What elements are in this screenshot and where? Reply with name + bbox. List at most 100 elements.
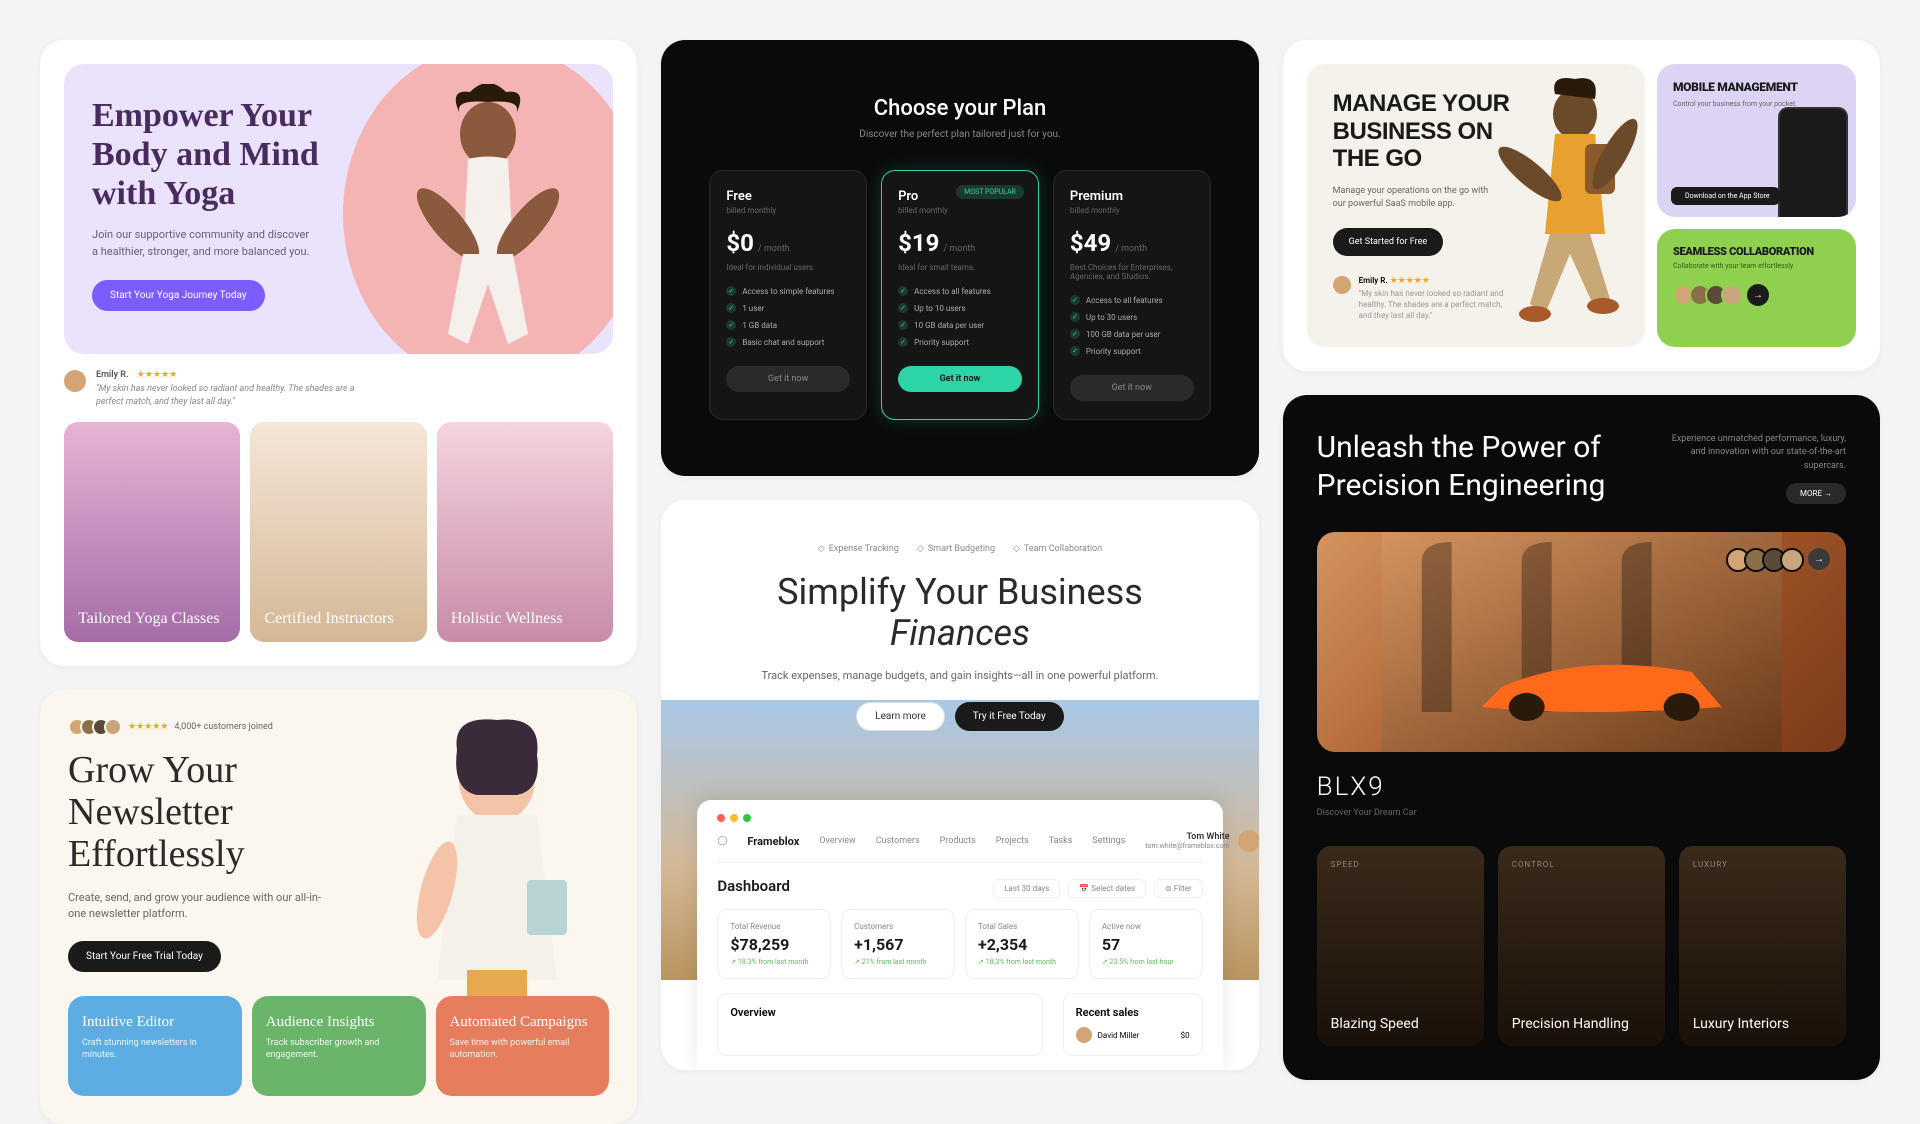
yoga-title: Empower Your Body and Mind with Yoga [92,96,362,213]
plan-price: $49 [1070,229,1111,257]
rating-stars: ★★★★★ [128,722,168,732]
yoga-tile-label: Tailored Yoga Classes [78,610,220,628]
plan-button[interactable]: Get it now [898,366,1022,392]
appstore-badge[interactable]: Download on the App Store [1671,187,1780,205]
newsletter-title: Grow Your Newsletter Effortlessly [68,750,348,875]
nav-item[interactable]: Settings [1092,836,1125,846]
feature-desc: Craft stunning newsletters in minutes. [82,1037,228,1062]
date-picker[interactable]: 📅 Select dates [1068,879,1146,898]
user-avatar[interactable] [1238,830,1259,852]
check-icon: ✓ [898,337,908,347]
learn-more-button[interactable]: Learn more [856,702,945,731]
plan-pro[interactable]: MOST POPULAR Pro billed monthly $19/ mon… [881,170,1039,420]
plan-feature: Basic chat and support [742,338,824,347]
plan-price: $19 [898,229,939,257]
user-name: Tom White [1145,832,1229,842]
check-icon: ✓ [898,303,908,313]
yoga-tile-instructors[interactable]: Certified Instructors [250,422,426,642]
reviewer-name: Emily R. [96,370,129,380]
reviewer-name: Emily R. [1359,276,1388,285]
date-range-filter[interactable]: Last 30 days [993,879,1060,898]
mobile-management-tile[interactable]: MOBILE MANAGEMENT Control your business … [1657,64,1856,217]
plan-name: Premium [1070,189,1194,204]
car-feature-luxury[interactable]: LUXURY Luxury Interiors [1679,846,1846,1046]
check-icon: ✓ [1070,346,1080,356]
car-feature-speed[interactable]: SPEED Blazing Speed [1317,846,1484,1046]
car-tagline: Discover Your Dream Car [1317,808,1846,818]
logo-icon: ◯ [717,836,727,846]
plan-feature: 100 GB data per user [1086,330,1161,339]
yoga-cta-button[interactable]: Start Your Yoga Journey Today [92,280,265,311]
stat-value: +2,354 [978,935,1066,954]
runner-image [1475,74,1645,334]
plan-period: billed monthly [898,206,1022,215]
plan-free[interactable]: Free billed monthly $0/ month Ideal for … [709,170,867,420]
plan-feature: Access to all features [1086,296,1163,305]
engineer-avatars: → [1726,548,1830,572]
rating-label: 4,000+ customers joined [174,722,273,732]
finance-card[interactable]: ◇ Expense Tracking ◇ Smart Budgeting ◇ T… [661,500,1258,1070]
plan-feature: 1 user [742,304,764,313]
plan-per: / month [1115,244,1147,254]
plan-feature: Up to 10 users [914,304,965,313]
feature-insights[interactable]: Audience Insights Track subscriber growt… [252,996,426,1096]
plan-button[interactable]: Get it now [1070,375,1194,401]
stat-active: Active now 57 ↗ 23.5% from last hour [1089,909,1203,979]
nav-item[interactable]: Products [940,836,976,846]
plan-premium[interactable]: Premium billed monthly $49/ month Best C… [1053,170,1211,420]
plan-feature: Priority support [914,338,969,347]
plan-per: / month [943,244,975,254]
finance-subtitle: Track expenses, manage budgets, and gain… [701,669,1218,682]
yoga-tile-label: Holistic Wellness [451,610,563,628]
check-icon: ✓ [898,320,908,330]
check-icon: ✓ [726,286,736,296]
review-stars: ★★★★★ [137,370,177,380]
yoga-tile-classes[interactable]: Tailored Yoga Classes [64,422,240,642]
filter-button[interactable]: ⊜ Filter [1154,879,1203,898]
plan-per: / month [758,244,790,254]
business-subtitle: Manage your operations on the go with ou… [1333,185,1493,212]
yoga-review: Emily R. ★★★★★ "My skin has never looked… [64,370,613,408]
customer-avatars [68,718,122,736]
feature-campaigns[interactable]: Automated Campaigns Save time with power… [436,996,610,1096]
stat-delta: ↗ 23.5% from last hour [1102,958,1190,966]
car-feature-control[interactable]: CONTROL Precision Handling [1498,846,1665,1046]
pricing-card[interactable]: Choose your Plan Discover the perfect pl… [661,40,1258,476]
plan-feature: 10 GB data per user [914,321,984,330]
newsletter-subtitle: Create, send, and grow your audience wit… [68,890,338,923]
finance-tag: ◇ Expense Tracking [818,544,899,554]
yoga-subtitle: Join our supportive community and discov… [92,227,312,260]
team-avatars: → [1673,284,1840,306]
more-button[interactable]: MORE → [1786,483,1846,504]
feature-editor[interactable]: Intuitive Editor Craft stunning newslett… [68,996,242,1096]
newsletter-card[interactable]: ★★★★★ 4,000+ customers joined Grow Your … [40,690,637,1123]
check-icon: ✓ [726,303,736,313]
popular-badge: MOST POPULAR [956,185,1024,199]
window-close-icon [717,814,725,822]
nav-item[interactable]: Customers [876,836,920,846]
nav-item[interactable]: Overview [819,836,855,846]
yoga-hero: Empower Your Body and Mind with Yoga Joi… [64,64,613,354]
stat-sales: Total Sales +2,354 ↗ 18.3% from last mon… [965,909,1079,979]
recent-sales-title: Recent sales [1076,1006,1190,1019]
arrow-right-icon[interactable]: → [1808,548,1830,570]
yoga-card[interactable]: Empower Your Body and Mind with Yoga Joi… [40,40,637,666]
business-cta-button[interactable]: Get Started for Free [1333,228,1443,256]
nav-item[interactable]: Tasks [1049,836,1073,846]
business-card[interactable]: MANAGE YOUR BUSINESS ON THE GO Manage yo… [1283,40,1880,371]
check-icon: ✓ [1070,329,1080,339]
nav-item[interactable]: Projects [996,836,1029,846]
arrow-right-icon[interactable]: → [1747,284,1769,306]
newsletter-cta-button[interactable]: Start Your Free Trial Today [68,941,221,972]
cars-card[interactable]: Unleash the Power of Precision Engineeri… [1283,395,1880,1080]
feature-label: SPEED [1331,860,1360,869]
check-icon: ✓ [726,320,736,330]
collaboration-tile[interactable]: SEAMLESS COLLABORATION Collaborate with … [1657,229,1856,347]
dashboard-logo: Frameblox [747,835,799,848]
feature-title: Blazing Speed [1331,1016,1419,1032]
yoga-tile-wellness[interactable]: Holistic Wellness [437,422,613,642]
plan-button[interactable]: Get it now [726,366,850,392]
try-free-button[interactable]: Try it Free Today [955,702,1064,731]
feature-title: Audience Insights [266,1014,412,1031]
stat-customers: Customers +1,567 ↗ 21% from last month [841,909,955,979]
